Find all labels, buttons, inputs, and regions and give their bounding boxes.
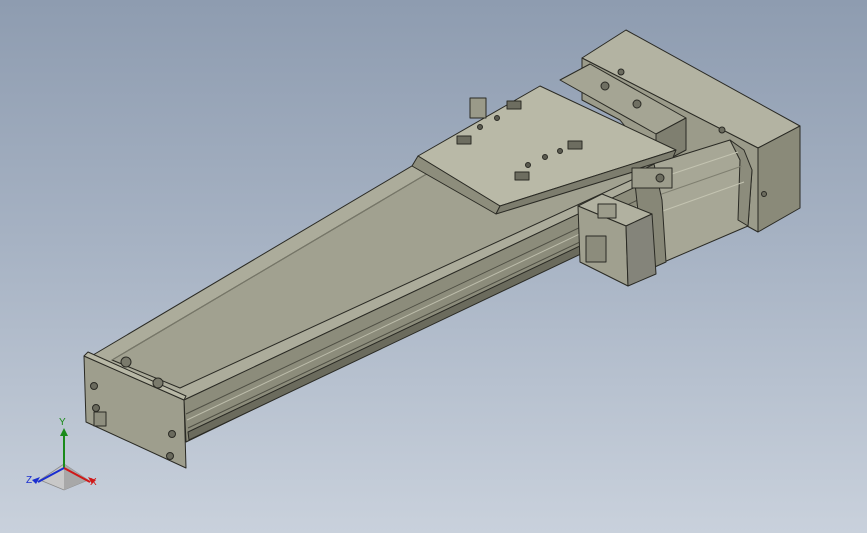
- axis-label-y: Y: [59, 417, 66, 428]
- cad-viewport[interactable]: Y X Z: [0, 0, 867, 533]
- axis-label-x: X: [90, 477, 97, 488]
- linear-actuator-model: [83, 29, 801, 469]
- axis-triad: Y X Z: [22, 418, 106, 494]
- axis-label-z: Z: [26, 475, 33, 486]
